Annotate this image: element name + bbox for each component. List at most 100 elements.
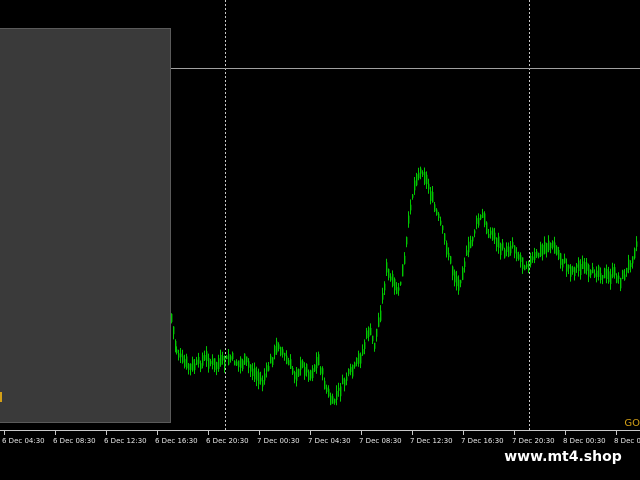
candle-body xyxy=(196,359,198,365)
candle-body xyxy=(564,257,566,264)
candle-body xyxy=(204,355,206,361)
candle-body xyxy=(374,342,376,349)
candle-body xyxy=(344,379,346,386)
candle-body xyxy=(538,252,540,258)
candle-body xyxy=(220,354,222,365)
candle-body xyxy=(384,283,386,291)
candle-body xyxy=(458,279,460,291)
candle-body xyxy=(532,256,534,260)
candle-body xyxy=(270,355,272,364)
candle-body xyxy=(190,363,192,370)
candle-body xyxy=(472,237,474,242)
candle-body xyxy=(398,287,400,291)
candle-body xyxy=(552,241,554,248)
candle-body xyxy=(198,357,200,364)
candle-body xyxy=(278,344,280,349)
candle-body xyxy=(274,346,276,355)
candle-body xyxy=(252,368,254,377)
candle-body xyxy=(584,262,586,274)
time-axis-tick xyxy=(565,431,566,435)
time-axis-label: 6 Dec 12:30 xyxy=(104,437,147,445)
candle-body xyxy=(416,174,418,186)
candle-body xyxy=(632,256,634,264)
candle-body xyxy=(480,215,482,220)
time-axis-tick xyxy=(106,431,107,435)
candle-body xyxy=(248,361,250,368)
candle-body xyxy=(322,368,324,375)
candle-body xyxy=(240,358,242,368)
candle-body xyxy=(192,359,194,371)
candle-body xyxy=(428,183,430,190)
time-axis-tick xyxy=(55,431,56,435)
candle-body xyxy=(596,270,598,277)
candle-body xyxy=(216,362,218,370)
time-axis-tick xyxy=(4,431,5,435)
candle-body xyxy=(182,355,184,363)
candle-body xyxy=(250,364,252,372)
candle-body xyxy=(256,371,258,381)
time-axis-label: 7 Dec 04:30 xyxy=(308,437,351,445)
candle-body xyxy=(540,244,542,256)
candle-body xyxy=(286,355,288,364)
candle-body xyxy=(510,245,512,254)
candle-body xyxy=(314,364,316,372)
candle-body xyxy=(324,380,326,390)
candle-body xyxy=(268,366,270,371)
candle-body xyxy=(464,261,466,267)
candle-body xyxy=(504,249,506,258)
candle-body xyxy=(218,358,220,370)
time-axis-tick xyxy=(616,431,617,435)
chart-window[interactable]: GO 6 Dec 04:30 6 Dec 08:30 6 Dec 12:30 6 De… xyxy=(0,0,640,448)
candle-body xyxy=(254,367,256,380)
candle-body xyxy=(266,365,268,372)
candle-body xyxy=(360,354,362,364)
candle-body xyxy=(470,239,472,248)
candle-body xyxy=(316,356,318,369)
candle-body xyxy=(354,362,356,367)
candle-body xyxy=(408,215,410,224)
candle-body xyxy=(492,228,494,240)
candle-body xyxy=(454,271,456,283)
candle-body xyxy=(556,246,558,255)
candle-body xyxy=(586,262,588,271)
candle-body xyxy=(288,360,290,366)
candle-body xyxy=(590,270,592,276)
candle-body xyxy=(386,262,388,273)
candle-body xyxy=(550,243,552,248)
candle-body xyxy=(516,252,518,259)
indicator-panel[interactable] xyxy=(0,28,171,423)
candle-body xyxy=(444,233,446,242)
candle-body xyxy=(544,241,546,254)
candle-body xyxy=(488,233,490,238)
candle-body xyxy=(246,356,248,363)
candle-body xyxy=(336,390,338,400)
candle-body xyxy=(554,242,556,254)
candle-body xyxy=(180,353,182,358)
candle-body xyxy=(482,212,484,218)
candle-body xyxy=(524,265,526,271)
candle-body xyxy=(602,275,604,279)
candle-body xyxy=(362,349,364,355)
candle-body xyxy=(440,220,442,225)
candle-body xyxy=(298,369,300,376)
candle-body xyxy=(356,357,358,364)
candle-body xyxy=(320,367,322,374)
candle-body xyxy=(404,255,406,264)
candle-body xyxy=(244,353,246,365)
candle-body xyxy=(432,192,434,203)
candle-body xyxy=(176,349,178,354)
candle-body xyxy=(448,252,450,258)
candle-body xyxy=(380,310,382,321)
candle-body xyxy=(598,266,600,277)
candle-body xyxy=(636,241,638,247)
time-axis-tick xyxy=(412,431,413,435)
candle-body xyxy=(528,261,530,272)
candle-body xyxy=(456,276,458,287)
candle-body xyxy=(634,248,636,259)
candle-body xyxy=(536,251,538,257)
candle-body xyxy=(212,358,214,365)
candle-body xyxy=(526,264,528,268)
candle-body xyxy=(394,278,396,291)
candle-body xyxy=(506,246,508,252)
time-axis-label: 6 Dec 04:30 xyxy=(2,437,45,445)
